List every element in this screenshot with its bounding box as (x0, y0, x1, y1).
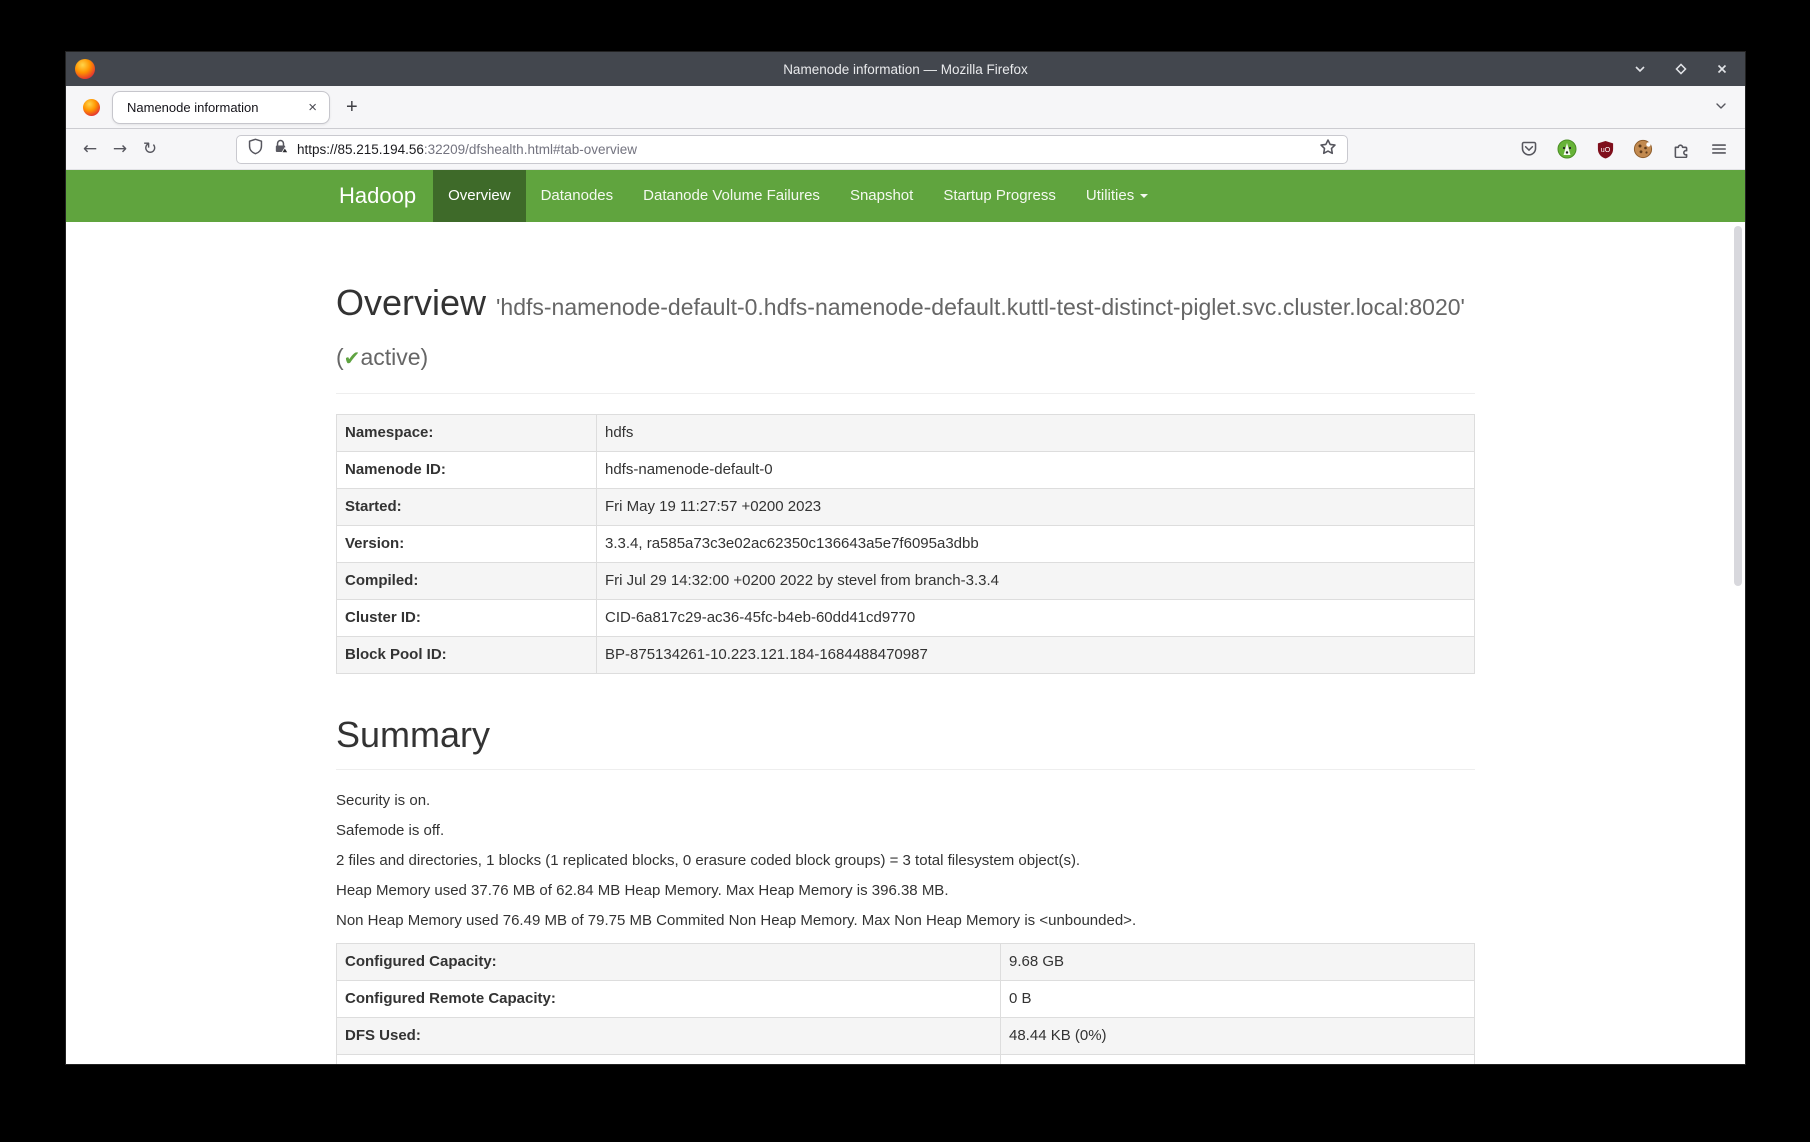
url-host: https://85.215.194.56 (297, 142, 424, 157)
row-value: hdfs-namenode-default-0 (597, 452, 1475, 489)
firefox-tab-icon (83, 99, 100, 116)
summary-paragraphs: Security is on. Safemode is off. 2 files a… (336, 790, 1475, 931)
page-content: Overview'hdfs-namenode-default-0.hdfs-na… (66, 222, 1745, 1064)
table-row: DFS Used:48.44 KB (0%) (337, 1018, 1475, 1055)
row-label: Compiled: (337, 563, 597, 600)
url-bar[interactable]: https://85.215.194.56:32209/dfshealth.ht… (236, 135, 1348, 164)
window-titlebar[interactable]: Namenode information — Mozilla Firefox (66, 52, 1745, 86)
new-tab-button[interactable]: + (346, 97, 358, 117)
window-maximize-icon[interactable] (1674, 62, 1688, 76)
window-title: Namenode information — Mozilla Firefox (66, 62, 1745, 77)
overview-title: Overview (336, 282, 486, 323)
privacy-badger-icon[interactable] (1555, 137, 1579, 161)
table-row: Namenode ID:hdfs-namenode-default-0 (337, 452, 1475, 489)
active-check-icon: ✔ (344, 346, 361, 370)
ublock-origin-icon[interactable]: uO (1593, 137, 1617, 161)
tab-bar: Namenode information × + (66, 86, 1745, 129)
tab-title: Namenode information (127, 100, 306, 115)
row-label: Namenode ID: (337, 452, 597, 489)
overview-subtitle: 'hdfs-namenode-default-0.hdfs-namenode-d… (336, 294, 1465, 370)
list-all-tabs-chevron-icon[interactable] (1713, 98, 1729, 119)
row-value: 3.3.4, ra585a73c3e02ac62350c136643a5e7f6… (597, 526, 1475, 563)
table-row: Cluster ID:CID-6a817c29-ac36-45fc-b4eb-6… (337, 600, 1475, 637)
table-row: Compiled:Fri Jul 29 14:32:00 +0200 2022 … (337, 563, 1475, 600)
row-value: Fri Jul 29 14:32:00 +0200 2022 by stevel… (597, 563, 1475, 600)
row-value: Fri May 19 11:27:57 +0200 2023 (597, 489, 1475, 526)
navigation-toolbar: ← → ↻ https://85.215.194.56:32209/dfshea… (66, 129, 1745, 170)
summary-line: 2 files and directories, 1 blocks (1 rep… (336, 850, 1475, 871)
nav-item-datanodes[interactable]: Datanodes (526, 170, 629, 222)
namenode-info-table: Namespace:hdfsNamenode ID:hdfs-namenode-… (336, 414, 1475, 674)
capacity-table: Configured Capacity:9.68 GBConfigured Re… (336, 943, 1475, 1064)
summary-line: Security is on. (336, 790, 1475, 811)
toolbar-extension-icons: uO (1517, 137, 1745, 161)
url-path: :32209/dfshealth.html#tab-overview (424, 142, 637, 157)
bookmark-star-icon[interactable] (1319, 138, 1337, 161)
table-row: Block Pool ID:BP-875134261-10.223.121.18… (337, 637, 1475, 674)
row-label: Configured Capacity: (337, 944, 1001, 981)
nav-item-overview[interactable]: Overview (433, 170, 526, 222)
tab-close-icon[interactable]: × (306, 98, 319, 117)
row-value: hdfs (597, 415, 1475, 452)
menu-hamburger-icon[interactable] (1707, 137, 1731, 161)
row-value: 9.68 GB (1001, 944, 1475, 981)
table-row: Version:3.3.4, ra585a73c3e02ac62350c1366… (337, 526, 1475, 563)
summary-line: Non Heap Memory used 76.49 MB of 79.75 M… (336, 910, 1475, 931)
lock-warning-icon[interactable] (272, 138, 289, 160)
desktop-background: Namenode information — Mozilla Firefox N… (0, 0, 1810, 1142)
table-row: Started:Fri May 19 11:27:57 +0200 2023 (337, 489, 1475, 526)
row-value: 48.44 KB (0%) (1001, 1018, 1475, 1055)
window-minimize-icon[interactable] (1633, 62, 1647, 76)
overview-heading: Overview'hdfs-namenode-default-0.hdfs-na… (336, 280, 1475, 381)
navbar-items: OverviewDatanodesDatanode Volume Failure… (433, 170, 1163, 222)
status-active-label: active (360, 344, 420, 370)
row-label: Non DFS Used: (337, 1055, 1001, 1065)
summary-line: Heap Memory used 37.76 MB of 62.84 MB He… (336, 880, 1475, 901)
hadoop-brand[interactable]: Hadoop (336, 170, 419, 222)
divider (336, 393, 1475, 394)
table-row: Non DFS Used:119.56 KB (337, 1055, 1475, 1065)
hadoop-navbar: Hadoop OverviewDatanodesDatanode Volume … (66, 170, 1745, 222)
row-label: Block Pool ID: (337, 637, 597, 674)
tracking-protection-shield-icon[interactable] (247, 138, 264, 160)
nav-item-datanode-volume-failures[interactable]: Datanode Volume Failures (628, 170, 835, 222)
row-label: Cluster ID: (337, 600, 597, 637)
pocket-icon[interactable] (1517, 137, 1541, 161)
svg-text:uO: uO (1600, 146, 1610, 154)
window-close-icon[interactable] (1715, 62, 1729, 76)
divider (336, 769, 1475, 770)
browser-window: Namenode information — Mozilla Firefox N… (66, 52, 1745, 1064)
summary-line: Safemode is off. (336, 820, 1475, 841)
back-button[interactable]: ← (75, 141, 105, 158)
reload-button[interactable]: ↻ (135, 141, 165, 158)
row-value: 119.56 KB (1001, 1055, 1475, 1065)
table-row: Namespace:hdfs (337, 415, 1475, 452)
row-label: Started: (337, 489, 597, 526)
row-value: BP-875134261-10.223.121.184-168448847098… (597, 637, 1475, 674)
browser-tab[interactable]: Namenode information × (112, 91, 330, 124)
row-label: Namespace: (337, 415, 597, 452)
url-text[interactable]: https://85.215.194.56:32209/dfshealth.ht… (297, 142, 1319, 157)
content-scrollbar[interactable] (1734, 226, 1742, 586)
row-value: CID-6a817c29-ac36-45fc-b4eb-60dd41cd9770 (597, 600, 1475, 637)
table-row: Configured Capacity:9.68 GB (337, 944, 1475, 981)
table-row: Configured Remote Capacity:0 B (337, 981, 1475, 1018)
extensions-puzzle-icon[interactable] (1669, 137, 1693, 161)
forward-button[interactable]: → (105, 141, 135, 158)
row-value: 0 B (1001, 981, 1475, 1018)
window-controls (1633, 62, 1745, 76)
cookie-icon[interactable] (1631, 137, 1655, 161)
nav-item-utilities[interactable]: Utilities (1071, 170, 1163, 222)
summary-heading: Summary (336, 712, 1475, 757)
row-label: DFS Used: (337, 1018, 1001, 1055)
row-label: Version: (337, 526, 597, 563)
caret-down-icon (1140, 194, 1148, 198)
nav-item-startup-progress[interactable]: Startup Progress (928, 170, 1071, 222)
nav-item-snapshot[interactable]: Snapshot (835, 170, 928, 222)
row-label: Configured Remote Capacity: (337, 981, 1001, 1018)
